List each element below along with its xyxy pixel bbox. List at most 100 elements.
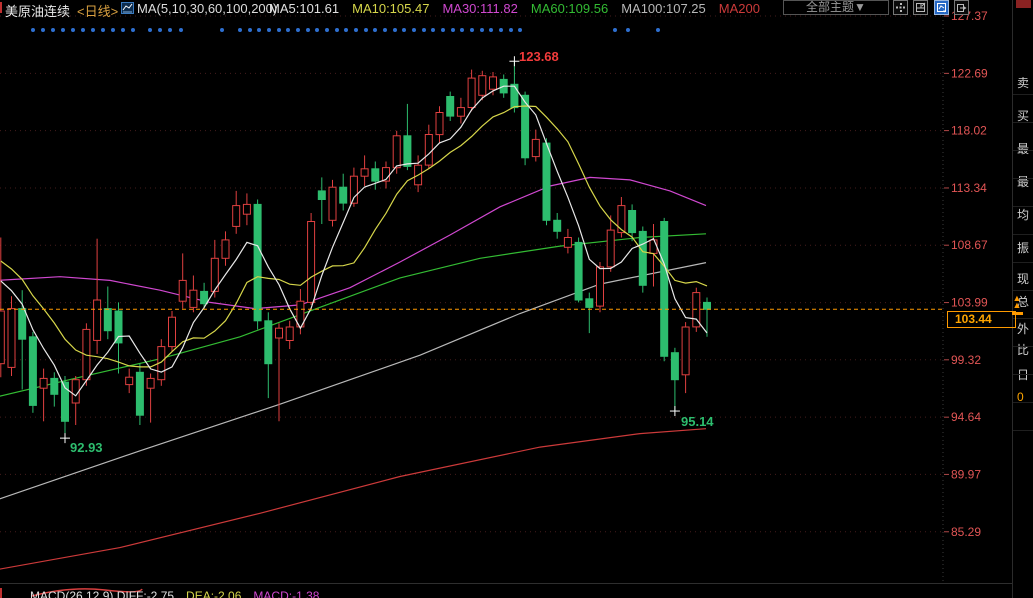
candle-body — [490, 77, 497, 89]
signal-dot — [111, 28, 115, 32]
active-pane-icon[interactable] — [934, 0, 949, 15]
row-divider — [1013, 290, 1033, 291]
ma-value: MA5:101.61 — [269, 1, 339, 16]
signal-dot — [238, 28, 242, 32]
signal-dot — [344, 28, 348, 32]
candle-body — [265, 321, 272, 364]
layout-toolbar — [893, 0, 970, 14]
signal-dot — [335, 28, 339, 32]
candle-body — [308, 222, 315, 303]
pane-divider[interactable] — [0, 583, 1012, 584]
left-edge-tick — [0, 588, 2, 598]
candlestick-series — [0, 61, 711, 438]
candle-body — [190, 290, 197, 307]
signal-dot-row — [31, 28, 660, 32]
right-panel-label: 均 — [1017, 206, 1031, 223]
signal-dot — [101, 28, 105, 32]
period-label[interactable]: <日线> — [77, 1, 118, 20]
signal-dot — [286, 28, 290, 32]
candle-body — [0, 311, 4, 364]
candle-body — [543, 143, 550, 220]
signal-dot — [441, 28, 445, 32]
pan-crosshair-icon[interactable] — [893, 0, 908, 15]
candle-body — [436, 113, 443, 135]
signal-dot — [451, 28, 455, 32]
row-divider — [1013, 234, 1033, 235]
export-pane-icon[interactable] — [954, 0, 969, 15]
candle-body — [447, 97, 454, 117]
row-divider — [1013, 262, 1033, 263]
signal-dot — [412, 28, 416, 32]
signal-dot — [460, 28, 464, 32]
candle-body — [201, 291, 208, 303]
signal-dot — [179, 28, 183, 32]
theme-selector-dropdown[interactable]: 全部主题▼ — [783, 0, 889, 15]
row-divider — [1013, 94, 1033, 95]
signal-dot — [499, 28, 503, 32]
signal-dot — [518, 28, 522, 32]
ma-value: MA60:109.56 — [531, 1, 608, 16]
price-marker-icon: ▲▲ — [1010, 295, 1024, 315]
symbol-name[interactable]: 美原油连续 — [5, 1, 70, 20]
candle-body — [554, 220, 561, 231]
candle-body — [650, 240, 657, 254]
candle-body — [629, 211, 636, 233]
signal-dot — [626, 28, 630, 32]
candle-body — [286, 327, 293, 341]
signal-dot — [61, 28, 65, 32]
signal-dot — [31, 28, 35, 32]
candle-body — [586, 299, 593, 308]
price-axis[interactable]: 127.37122.69118.02113.34108.67103.9999.3… — [944, 9, 988, 539]
signal-dot — [257, 28, 261, 32]
current-price-label: 103.44 — [947, 311, 1016, 328]
candle-body — [94, 300, 101, 340]
axis-price-label: 89.97 — [951, 467, 981, 481]
macd-value: MACD(26,12,9) DIFF:-2.75 — [30, 589, 174, 598]
macd-value: DEA:-2.06 — [186, 589, 241, 598]
ma-value: MA30:111.82 — [442, 1, 517, 16]
right-panel-label: 最 — [1017, 140, 1031, 157]
signal-dot — [277, 28, 281, 32]
macd-value: MACD:-1.38 — [253, 589, 319, 598]
candle-body — [361, 169, 368, 176]
signal-dot — [383, 28, 387, 32]
signal-dot — [422, 28, 426, 32]
candle-body — [597, 267, 604, 306]
candle-body — [254, 204, 261, 320]
signal-dot — [656, 28, 660, 32]
signal-dot — [121, 28, 125, 32]
signal-dot — [91, 28, 95, 32]
signal-dot — [168, 28, 172, 32]
row-divider — [1013, 122, 1033, 123]
grid-layout-icon[interactable] — [913, 0, 928, 15]
candle-body — [404, 136, 411, 167]
macd-readout: MACD(26,12,9) DIFF:-2.75 DEA:-2.06 MACD:-1… — [30, 589, 331, 598]
candle-body — [329, 187, 336, 220]
signal-dot — [470, 28, 474, 32]
price-annotation: 95.14 — [681, 414, 714, 429]
signal-dot — [81, 28, 85, 32]
ma-settings-label[interactable]: MA(5,10,30,60,100,200) — [137, 1, 277, 16]
candle-body — [318, 191, 325, 200]
candle-body — [243, 204, 250, 214]
candle-body — [575, 242, 582, 300]
candle-body — [468, 78, 475, 107]
row-divider — [1013, 318, 1033, 319]
chart-header: 美原油连续 <日线> MA(5,10,30,60,100,200) MA5:10… — [0, 0, 1033, 15]
chart-style-icon[interactable] — [121, 1, 134, 19]
ma-line — [1, 86, 707, 396]
candle-body — [19, 309, 26, 340]
candle-body — [126, 377, 133, 384]
axis-price-label: 108.67 — [951, 238, 988, 252]
signal-dot — [220, 28, 224, 32]
candle-body — [276, 328, 283, 338]
signal-dot — [148, 28, 152, 32]
ma-values-readout: MA5:101.61MA10:105.47MA30:111.82MA60:109… — [269, 1, 773, 16]
row-divider — [1013, 374, 1033, 375]
candlestick-chart[interactable]: 127.37122.69118.02113.34108.67103.9999.3… — [0, 0, 1012, 583]
candle-body — [479, 76, 486, 96]
signal-dot — [364, 28, 368, 32]
candle-body — [340, 187, 347, 203]
indicator-bar: MACD(26,12,9) DIFF:-2.75 DEA:-2.06 MACD:-1… — [0, 585, 1012, 598]
candle-body — [607, 230, 614, 267]
